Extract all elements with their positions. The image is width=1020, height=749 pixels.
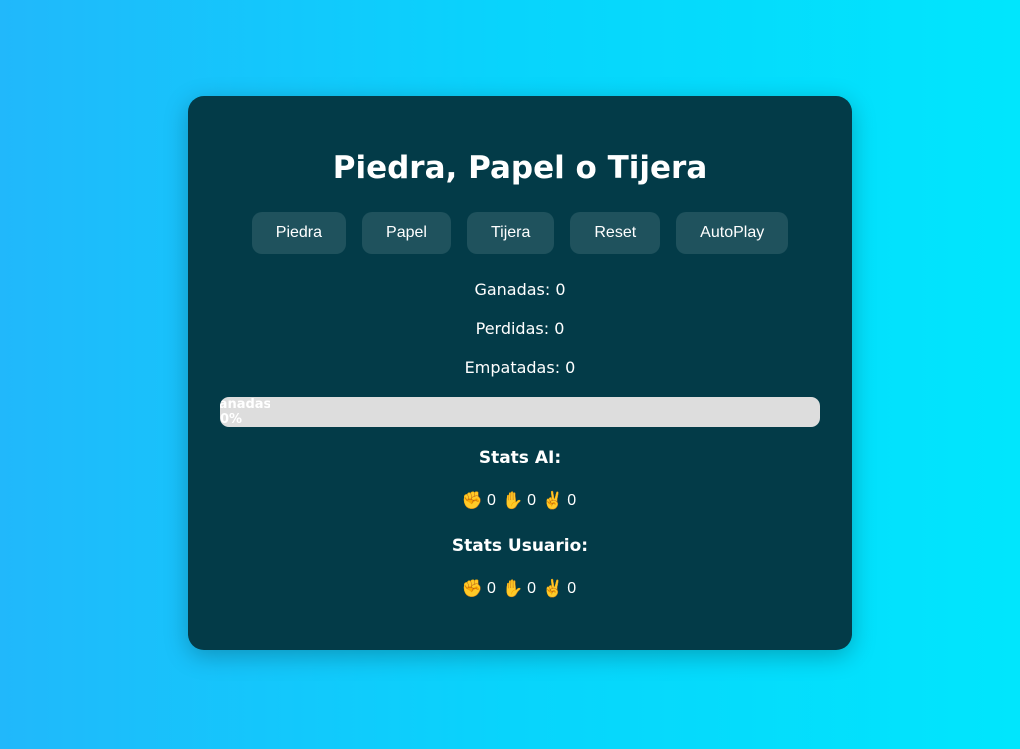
- ai-scissors-count: 0: [567, 492, 577, 509]
- rock-icon: ✊: [461, 491, 484, 510]
- user-paper-count: 0: [527, 580, 537, 597]
- rock-icon: ✊: [461, 579, 484, 598]
- losses-count: Perdidas: 0: [475, 319, 565, 338]
- user-rock-count: 0: [487, 580, 496, 597]
- game-card: Piedra, Papel o Tijera Piedra Papel Tije…: [188, 96, 852, 650]
- stats-user-row: ✊ 0 ✋ 0 ✌ 0: [188, 579, 852, 599]
- reset-button[interactable]: Reset: [570, 212, 661, 254]
- piedra-button[interactable]: Piedra: [251, 212, 347, 254]
- paper-icon: ✋: [501, 491, 524, 510]
- page-title: Piedra, Papel o Tijera: [332, 150, 708, 186]
- stats-ai-row: ✊ 0 ✋ 0 ✌ 0: [188, 491, 852, 511]
- paper-icon: ✋: [501, 579, 524, 598]
- wins-count: Ganadas: 0: [474, 280, 566, 299]
- scissors-icon: ✌: [542, 579, 564, 598]
- stats-user-title: Stats Usuario:: [451, 536, 589, 556]
- scissors-icon: ✌: [542, 491, 564, 510]
- tijera-button[interactable]: Tijera: [466, 212, 555, 254]
- ties-count: Empatadas: 0: [464, 358, 576, 377]
- user-scissors-count: 0: [567, 580, 577, 597]
- stats-ai-title: Stats AI:: [478, 448, 562, 468]
- win-progress-label: Ganadas: 0%: [220, 397, 270, 427]
- ai-paper-count: 0: [527, 492, 537, 509]
- papel-button[interactable]: Papel: [362, 212, 451, 254]
- autoplay-button[interactable]: AutoPlay: [676, 212, 789, 254]
- move-buttons: Piedra Papel Tijera Reset AutoPlay: [188, 212, 852, 254]
- win-progress-bar: Ganadas: 0%: [220, 397, 820, 427]
- ai-rock-count: 0: [487, 492, 496, 509]
